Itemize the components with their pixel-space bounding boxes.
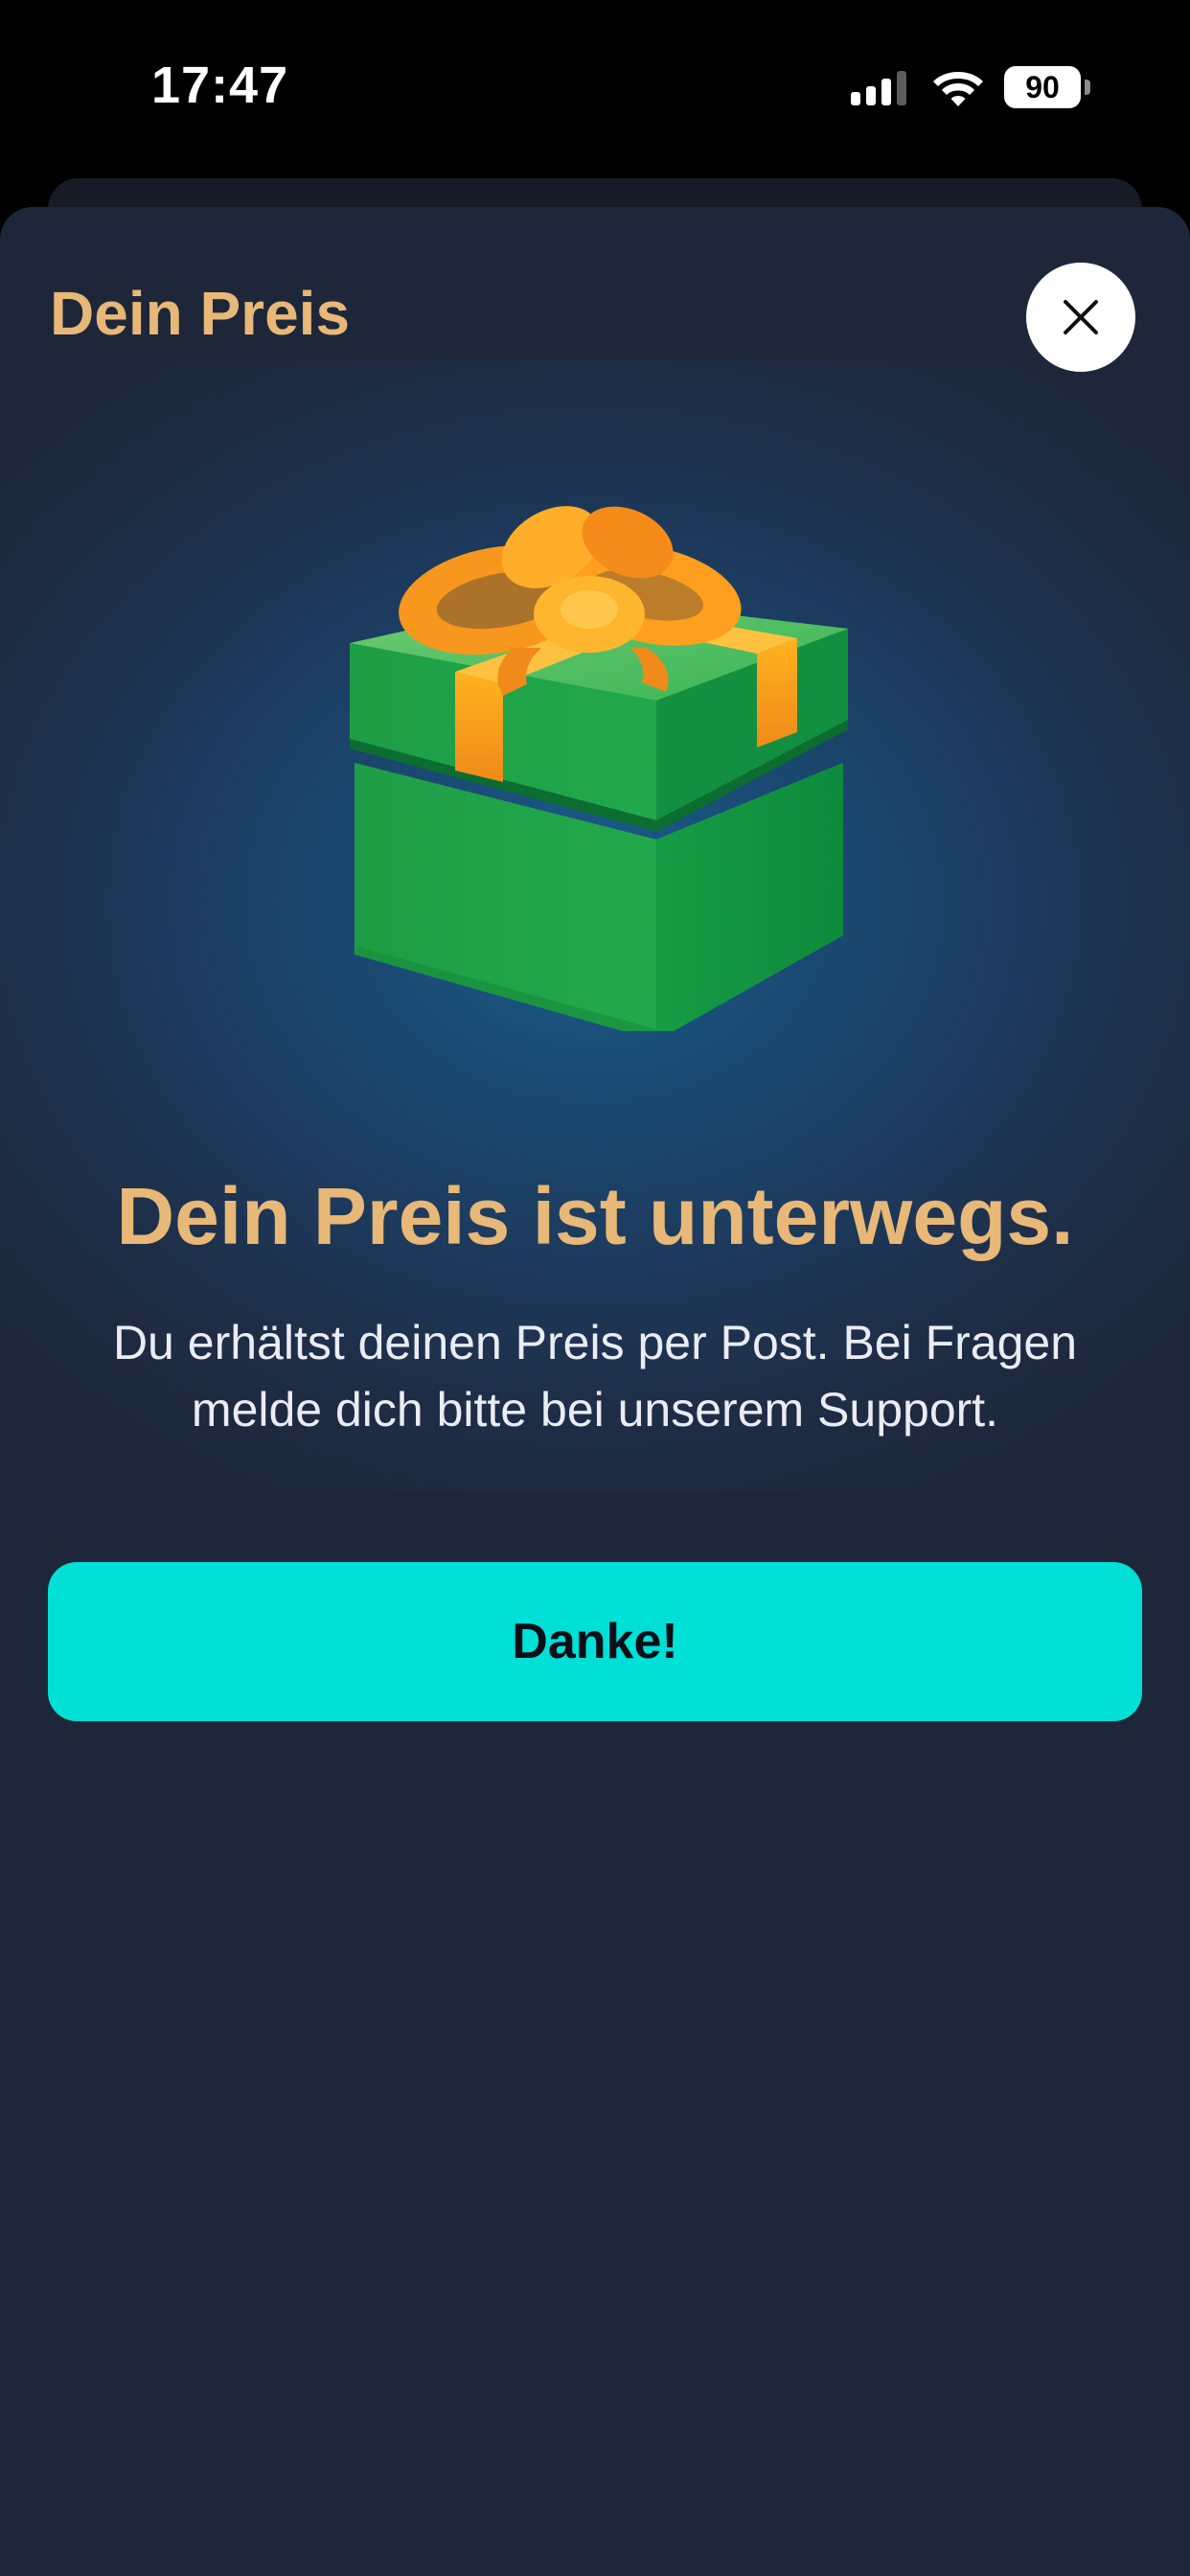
- thanks-button-label: Danke!: [512, 1614, 678, 1669]
- thanks-button[interactable]: Danke!: [48, 1562, 1142, 1721]
- battery-cap: [1085, 80, 1090, 95]
- screen: 17:47 90 Dein Preis Dein Preis ist unter…: [0, 0, 1190, 2576]
- headline: Dein Preis ist unterwegs.: [116, 1171, 1074, 1261]
- gift-box-icon: [350, 506, 848, 1031]
- close-button[interactable]: [1026, 263, 1135, 372]
- status-bar: 17:47 90: [0, 0, 1190, 172]
- battery-icon: 90: [1004, 66, 1090, 108]
- battery-level: 90: [1004, 66, 1081, 108]
- status-icons: 90: [851, 63, 1090, 111]
- close-icon: [1064, 300, 1098, 334]
- status-time: 17:47: [151, 57, 289, 114]
- sheet-title: Dein Preis: [50, 279, 351, 348]
- description-text: Du erhältst deinen Preis per Post. Bei F…: [112, 1316, 1078, 1437]
- prize-sheet: Dein Preis Dein Preis ist unterwegs. Du …: [0, 207, 1190, 2576]
- cellular-signal-icon: [851, 69, 906, 105]
- wifi-icon: [933, 72, 983, 106]
